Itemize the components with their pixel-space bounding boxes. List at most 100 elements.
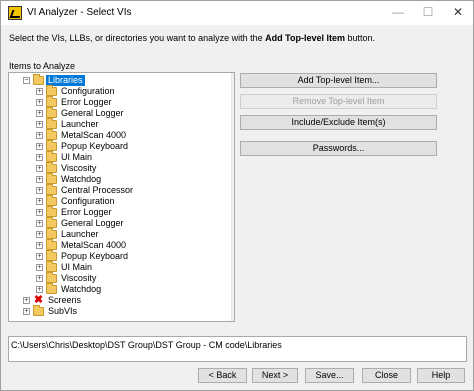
- expand-icon[interactable]: +: [36, 121, 43, 128]
- folder-icon: [33, 305, 44, 316]
- tree-item[interactable]: + Configuration: [9, 85, 229, 97]
- folder-icon: [46, 85, 57, 96]
- folder-icon: [46, 261, 57, 272]
- tree-item[interactable]: + Popup Keyboard: [9, 250, 229, 262]
- expand-icon[interactable]: +: [36, 198, 43, 205]
- expand-icon[interactable]: +: [23, 297, 30, 304]
- tree-item-label: General Logger: [61, 108, 124, 118]
- expand-icon[interactable]: +: [36, 264, 43, 271]
- expand-icon[interactable]: +: [36, 165, 43, 172]
- tree-item[interactable]: + Viscosity: [9, 272, 229, 284]
- tree-item-label: Configuration: [61, 196, 115, 206]
- window-title: VI Analyzer - Select VIs: [27, 7, 132, 18]
- expand-icon[interactable]: +: [36, 110, 43, 117]
- tree-item-label: UI Main: [61, 152, 93, 162]
- tree-item-label: Launcher: [61, 119, 99, 129]
- tree-item[interactable]: + Error Logger: [9, 206, 229, 218]
- tree-item[interactable]: + MetalScan 4000: [9, 129, 229, 141]
- tree-item[interactable]: + General Logger: [9, 217, 229, 229]
- tree-item-label: Viscosity: [61, 273, 97, 283]
- folder-icon: [46, 184, 57, 195]
- close-button[interactable]: Close: [362, 368, 411, 383]
- tree-item-label: UI Main: [61, 262, 93, 272]
- tree-item[interactable]: + Watchdog: [9, 173, 229, 185]
- scroll-up-arrow-icon[interactable]: ▲: [232, 73, 234, 85]
- collapse-icon[interactable]: −: [23, 77, 30, 84]
- next-button[interactable]: Next >: [252, 368, 298, 383]
- folder-icon: [46, 96, 57, 107]
- tree-item[interactable]: + Launcher: [9, 228, 229, 240]
- tree-item[interactable]: + UI Main: [9, 261, 229, 273]
- tree-item-label: Configuration: [61, 86, 115, 96]
- tree-item[interactable]: + ✖ Screens: [9, 295, 229, 306]
- include-exclude-items-button[interactable]: Include/Exclude Item(s): [240, 115, 437, 130]
- folder-icon: [46, 228, 57, 239]
- expand-icon[interactable]: +: [36, 132, 43, 139]
- passwords-button[interactable]: Passwords...: [240, 141, 437, 156]
- tree-item[interactable]: + General Logger: [9, 107, 229, 119]
- folder-icon: [46, 129, 57, 140]
- tree-item-label: General Logger: [61, 218, 124, 228]
- tree-item-label: MetalScan 4000: [61, 130, 127, 140]
- remove-top-level-item-button[interactable]: Remove Top-level Item: [240, 94, 437, 109]
- expand-icon[interactable]: +: [36, 176, 43, 183]
- folder-icon: [46, 272, 57, 283]
- tree-item-label: Popup Keyboard: [61, 251, 129, 261]
- expand-icon[interactable]: +: [36, 253, 43, 260]
- tree-item-label: Watchdog: [61, 284, 102, 294]
- instructions-prefix: Select the VIs, LLBs, or directories you…: [9, 33, 266, 43]
- tree-item[interactable]: + MetalScan 4000: [9, 239, 229, 251]
- folder-icon: [46, 173, 57, 184]
- title-bar[interactable]: VI Analyzer - Select VIs — ☐ ✕: [1, 1, 473, 25]
- help-button[interactable]: Help: [417, 368, 465, 383]
- tree-item[interactable]: + Viscosity: [9, 162, 229, 174]
- expand-icon[interactable]: +: [36, 209, 43, 216]
- tree-item[interactable]: + Launcher: [9, 118, 229, 130]
- tree-item[interactable]: + Error Logger: [9, 96, 229, 108]
- tree-item-label: Central Processor: [61, 185, 134, 195]
- expand-icon[interactable]: +: [36, 187, 43, 194]
- expand-icon[interactable]: +: [23, 308, 30, 315]
- folder-icon: [33, 74, 44, 85]
- tree-item-label: Error Logger: [61, 97, 112, 107]
- expand-icon[interactable]: +: [36, 99, 43, 106]
- close-window-button[interactable]: ✕: [443, 1, 473, 25]
- add-top-level-item-button[interactable]: Add Top-level Item...: [240, 73, 437, 88]
- folder-icon: [46, 283, 57, 294]
- tree-item[interactable]: + SubVIs: [9, 305, 229, 317]
- folder-icon: [46, 206, 57, 217]
- folder-icon: [46, 151, 57, 162]
- labview-app-icon: [8, 6, 22, 20]
- tree-item[interactable]: + Configuration: [9, 195, 229, 207]
- tree-item[interactable]: − Libraries: [9, 74, 229, 86]
- folder-icon: [46, 140, 57, 151]
- expand-icon[interactable]: +: [36, 286, 43, 293]
- back-button[interactable]: < Back: [198, 368, 247, 383]
- expand-icon[interactable]: +: [36, 220, 43, 227]
- folder-icon: [46, 162, 57, 173]
- save-button[interactable]: Save...: [305, 368, 354, 383]
- maximize-button[interactable]: ☐: [413, 1, 443, 25]
- tree-item-label: SubVIs: [48, 306, 78, 316]
- tree-item-label: Viscosity: [61, 163, 97, 173]
- expand-icon[interactable]: +: [36, 275, 43, 282]
- tree-item[interactable]: + Central Processor: [9, 184, 229, 196]
- scroll-thumb[interactable]: [234, 128, 235, 306]
- expand-icon[interactable]: +: [36, 143, 43, 150]
- folder-icon: [46, 250, 57, 261]
- tree-item[interactable]: + Popup Keyboard: [9, 140, 229, 152]
- dialog-window: VI Analyzer - Select VIs — ☐ ✕ Select th…: [0, 0, 474, 391]
- scroll-down-arrow-icon[interactable]: ▼: [232, 309, 234, 321]
- folder-icon: [46, 195, 57, 206]
- folder-icon: [46, 239, 57, 250]
- expand-icon[interactable]: +: [36, 154, 43, 161]
- expand-icon[interactable]: +: [36, 231, 43, 238]
- expand-icon[interactable]: +: [36, 88, 43, 95]
- folder-icon: [46, 118, 57, 129]
- folder-icon: [46, 217, 57, 228]
- tree-scrollbar[interactable]: ▲ ▼: [231, 73, 235, 321]
- items-tree[interactable]: − Libraries + Configuration + Error Logger + Ge…: [8, 72, 235, 322]
- tree-item[interactable]: + UI Main: [9, 151, 229, 163]
- minimize-button[interactable]: —: [383, 1, 413, 25]
- expand-icon[interactable]: +: [36, 242, 43, 249]
